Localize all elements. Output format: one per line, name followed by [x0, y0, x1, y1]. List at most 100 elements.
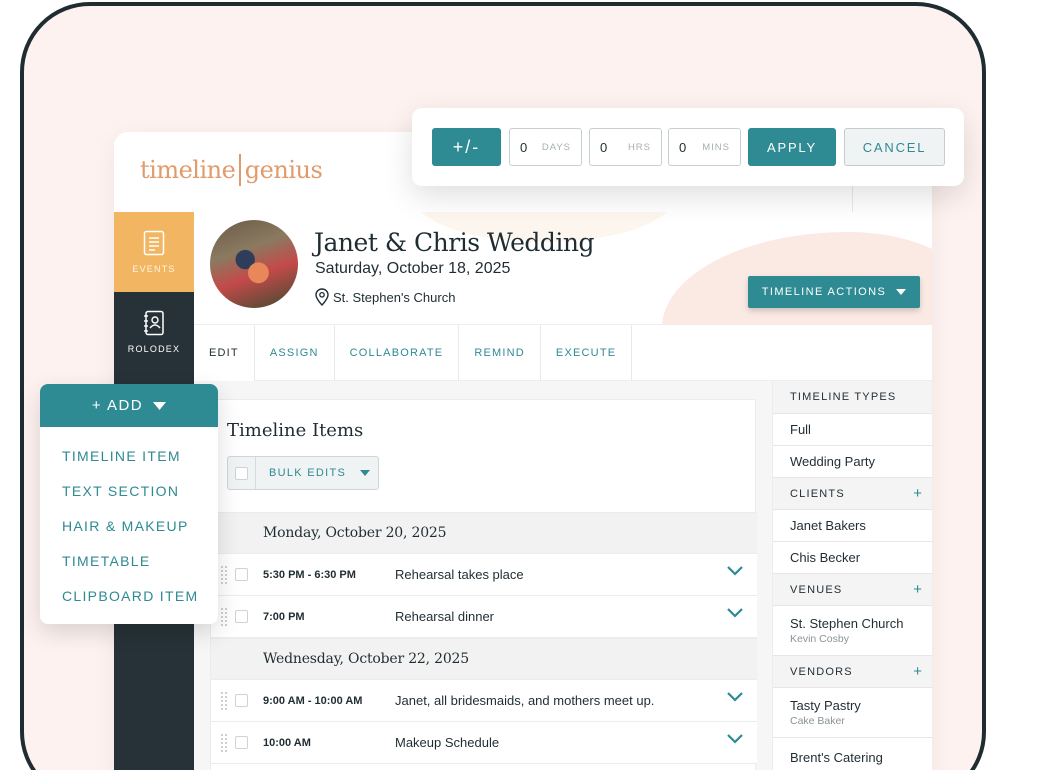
caret-down-icon — [360, 470, 371, 476]
row-checkbox[interactable] — [235, 736, 248, 749]
app-window: timeline genius EVENTS ROLODEX Janet & C… — [114, 132, 932, 770]
panel-title: Timeline Items — [227, 420, 364, 441]
menu-item-timeline-item[interactable]: TIMELINE ITEM — [40, 438, 218, 473]
tab-remind[interactable]: REMIND — [459, 325, 541, 381]
drag-handle-icon[interactable] — [221, 565, 227, 584]
add-client-button[interactable]: + — [913, 485, 922, 502]
venue-name: St. Stephen Church — [790, 616, 904, 631]
caret-down-icon — [153, 401, 167, 410]
menu-item-text-section[interactable]: TEXT SECTION — [40, 473, 218, 508]
chevron-down-icon[interactable] — [727, 692, 743, 702]
venue-contact: Kevin Cosby — [790, 633, 849, 645]
timeline-panel: Timeline Items BULK EDITS Monday, Octobe… — [210, 399, 757, 770]
bulk-select-area — [228, 457, 256, 489]
topbar-divider — [852, 182, 853, 212]
days-unit: DAYS — [541, 141, 571, 153]
event-date: Saturday, October 18, 2025 — [315, 260, 511, 277]
vendor-name: Brent's Catering — [790, 750, 883, 765]
list-item[interactable]: Tasty Pastry Cake Baker — [773, 688, 932, 738]
event-title: Janet & Chris Wedding — [314, 228, 595, 257]
tab-collaborate[interactable]: COLLABORATE — [335, 325, 460, 381]
document-icon — [143, 230, 165, 256]
bulk-edits-dropdown[interactable]: BULK EDITS — [227, 456, 379, 490]
section-heading-label: CLIENTS — [790, 487, 845, 500]
chevron-down-icon[interactable] — [727, 608, 743, 618]
row-checkbox[interactable] — [235, 610, 248, 623]
contact-book-icon — [144, 310, 164, 336]
section-heading-label: VENDORS — [790, 665, 853, 678]
row-time: 7:00 PM — [263, 610, 305, 623]
table-row[interactable]: 7:00 PM Rehearsal dinner — [211, 596, 757, 638]
menu-item-timetable[interactable]: TIMETABLE — [40, 543, 218, 578]
section-heading-label: TIMELINE TYPES — [790, 391, 897, 403]
chevron-down-icon[interactable] — [727, 566, 743, 576]
add-button-label: + ADD — [91, 397, 144, 414]
logo[interactable]: timeline genius — [140, 154, 323, 186]
day-heading: Monday, October 20, 2025 — [211, 512, 757, 554]
hours-input[interactable]: 0 HRS — [589, 128, 662, 166]
row-time: 5:30 PM - 6:30 PM — [263, 568, 356, 581]
list-item[interactable]: St. Stephen Church Kevin Cosby — [773, 606, 932, 656]
tab-edit[interactable]: EDIT — [194, 325, 255, 381]
drag-handle-icon[interactable] — [221, 733, 227, 752]
list-item[interactable]: Brent's Catering — [773, 738, 932, 770]
plus-minus-toggle-button[interactable]: +/- — [432, 128, 501, 166]
days-input[interactable]: 0 DAYS — [509, 128, 582, 166]
list-item[interactable]: Janet Bakers — [773, 510, 932, 542]
list-item[interactable]: Wedding Party — [773, 446, 932, 478]
select-all-checkbox[interactable] — [235, 466, 248, 480]
section-heading-timeline-types: TIMELINE TYPES — [773, 381, 932, 414]
sidebar-item-events[interactable]: EVENTS — [114, 212, 194, 292]
add-venue-button[interactable]: + — [913, 581, 922, 598]
vendor-name: Tasty Pastry — [790, 698, 861, 713]
list-item[interactable]: Full — [773, 414, 932, 446]
row-description: Rehearsal dinner — [395, 609, 495, 624]
event-venue-text: St. Stephen's Church — [333, 289, 456, 305]
caret-down-icon — [896, 289, 907, 295]
row-checkbox[interactable] — [235, 694, 248, 707]
couple-photo — [210, 220, 298, 308]
menu-item-clipboard-item[interactable]: CLIPBOARD ITEM — [40, 578, 218, 613]
cancel-button[interactable]: CANCEL — [844, 128, 945, 166]
time-shift-popover: +/- 0 DAYS 0 HRS 0 MINS APPLY CANCEL — [412, 108, 964, 186]
row-description: Makeup Schedule — [395, 735, 500, 750]
row-checkbox[interactable] — [235, 568, 248, 581]
row-time: 10:00 AM — [263, 736, 311, 749]
apply-button[interactable]: APPLY — [748, 128, 836, 166]
day-heading: Wednesday, October 22, 2025 — [211, 638, 757, 680]
list-item[interactable]: Chis Becker — [773, 542, 932, 574]
row-time: 9:00 AM - 10:00 AM — [263, 694, 363, 707]
sidebar-item-label: EVENTS — [132, 264, 176, 274]
event-venue: St. Stephen's Church — [315, 288, 455, 306]
row-description: Rehearsal takes place — [395, 567, 524, 582]
hours-unit: HRS — [627, 141, 651, 153]
timeline-content: Timeline Items BULK EDITS Monday, Octobe… — [194, 381, 772, 770]
bulk-edits-label: BULK EDITS — [269, 467, 347, 479]
logo-separator — [239, 154, 241, 186]
table-row[interactable]: 9:00 AM - 10:00 AM Janet, all bridesmaid… — [211, 680, 757, 722]
section-heading-label: VENUES — [790, 583, 843, 596]
timeline-actions-button[interactable]: TIMELINE ACTIONS — [748, 276, 920, 308]
drag-handle-icon[interactable] — [221, 607, 227, 626]
add-menu-list: TIMELINE ITEM TEXT SECTION HAIR & MAKEUP… — [40, 427, 218, 613]
logo-text-right: genius — [244, 156, 323, 184]
section-heading-clients: CLIENTS + — [773, 478, 932, 510]
table-row[interactable]: 5:30 PM - 6:30 PM Rehearsal takes place — [211, 554, 757, 596]
hours-value: 0 — [600, 139, 608, 155]
add-vendor-button[interactable]: + — [913, 663, 922, 680]
days-value: 0 — [520, 139, 528, 155]
tab-bar: EDIT ASSIGN COLLABORATE REMIND EXECUTE — [194, 324, 932, 381]
drag-handle-icon[interactable] — [221, 691, 227, 710]
minutes-input[interactable]: 0 MINS — [668, 128, 741, 166]
add-button[interactable]: + ADD — [40, 384, 218, 427]
chevron-down-icon[interactable] — [727, 734, 743, 744]
section-heading-venues: VENUES + — [773, 574, 932, 606]
tab-assign[interactable]: ASSIGN — [255, 325, 335, 381]
menu-item-hair-makeup[interactable]: HAIR & MAKEUP — [40, 508, 218, 543]
location-pin-icon — [315, 288, 329, 306]
right-panel: TIMELINE TYPES Full Wedding Party CLIENT… — [772, 381, 932, 770]
sidebar-item-rolodex[interactable]: ROLODEX — [114, 292, 194, 372]
table-row[interactable]: 10:00 AM Makeup Schedule — [211, 722, 757, 764]
tab-execute[interactable]: EXECUTE — [541, 325, 633, 381]
sidebar-item-label: ROLODEX — [127, 344, 181, 354]
